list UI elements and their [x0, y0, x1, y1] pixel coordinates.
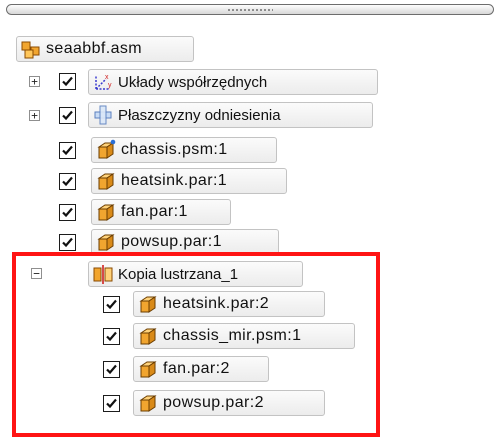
checkmark-icon [62, 110, 73, 121]
tree-root-label: seaabbf.asm [46, 40, 143, 57]
tree-root[interactable]: seaabbf.asm [16, 36, 194, 62]
tree-node-mirror-copy[interactable]: Kopia lustrzana_1 [88, 261, 303, 287]
pane-splitter[interactable] [6, 4, 494, 15]
tree-node-label: powsup.par:2 [163, 394, 264, 411]
part-icon [139, 328, 157, 345]
part-icon [139, 361, 157, 378]
tree-node-label: Płaszczyzny odniesienia [118, 106, 281, 124]
fan-2-checkbox[interactable] [103, 361, 120, 378]
coordinate-system-icon: x y [95, 74, 112, 90]
tree-node-fan-2[interactable]: fan.par:2 [133, 356, 269, 382]
tree-node-label: heatsink.par:2 [163, 295, 270, 312]
heatsink-1-checkbox[interactable] [59, 173, 76, 190]
sheetmetal-part-icon [97, 139, 116, 159]
tree-node-fan-1[interactable]: fan.par:1 [91, 199, 231, 225]
tree-node-label: chassis_mir.psm:1 [163, 327, 302, 344]
tree-node-chassis[interactable]: chassis.psm:1 [91, 137, 277, 163]
fan-1-checkbox[interactable] [59, 204, 76, 221]
part-icon [97, 234, 115, 251]
powsup-2-checkbox[interactable] [103, 395, 120, 412]
splitter-grip[interactable] [227, 8, 273, 12]
chassis-mir-checkbox[interactable] [103, 328, 120, 345]
svg-text:x: x [105, 74, 109, 81]
checkmark-icon [62, 76, 73, 87]
checkmark-icon [106, 331, 117, 342]
checkmark-icon [62, 176, 73, 187]
reference-plane-icon [94, 105, 112, 125]
assembly-icon [21, 41, 40, 59]
tree-node-heatsink-2[interactable]: heatsink.par:2 [133, 291, 325, 317]
tree-node-powsup-2[interactable]: powsup.par:2 [133, 390, 325, 416]
tree-node-coordinate-systems[interactable]: x y Układy współrzędnych [88, 69, 378, 95]
tree-node-label: fan.par:1 [121, 203, 188, 220]
checkmark-icon [106, 398, 117, 409]
tree-node-label: chassis.psm:1 [121, 141, 228, 158]
tree-node-label: fan.par:2 [163, 360, 230, 377]
expand-reference-planes-toggle[interactable]: + [29, 110, 40, 121]
tree-node-chassis-mir[interactable]: chassis_mir.psm:1 [133, 323, 355, 349]
reference-planes-checkbox[interactable] [59, 107, 76, 124]
tree-node-label: heatsink.par:1 [121, 172, 228, 189]
checkmark-icon [62, 207, 73, 218]
tree-node-label: Układy współrzędnych [118, 73, 268, 91]
part-icon [97, 173, 115, 190]
checkmark-icon [106, 299, 117, 310]
part-icon [97, 204, 115, 221]
part-icon [139, 395, 157, 412]
checkmark-icon [62, 237, 73, 248]
heatsink-2-checkbox[interactable] [103, 296, 120, 313]
tree-node-reference-planes[interactable]: Płaszczyzny odniesienia [88, 102, 373, 128]
expand-coordinate-systems-toggle[interactable]: + [29, 76, 40, 87]
checkmark-icon [62, 145, 73, 156]
chassis-checkbox[interactable] [59, 142, 76, 159]
tree-node-heatsink-1[interactable]: heatsink.par:1 [91, 168, 287, 194]
collapse-mirror-copy-toggle[interactable]: − [31, 268, 42, 279]
mirror-copy-icon [93, 265, 113, 284]
powsup-1-checkbox[interactable] [59, 234, 76, 251]
part-icon [139, 296, 157, 313]
checkmark-icon [106, 364, 117, 375]
tree-node-label: Kopia lustrzana_1 [118, 265, 239, 283]
coordinate-systems-checkbox[interactable] [59, 73, 76, 90]
tree-node-label: powsup.par:1 [121, 233, 222, 250]
svg-text:y: y [108, 82, 112, 89]
